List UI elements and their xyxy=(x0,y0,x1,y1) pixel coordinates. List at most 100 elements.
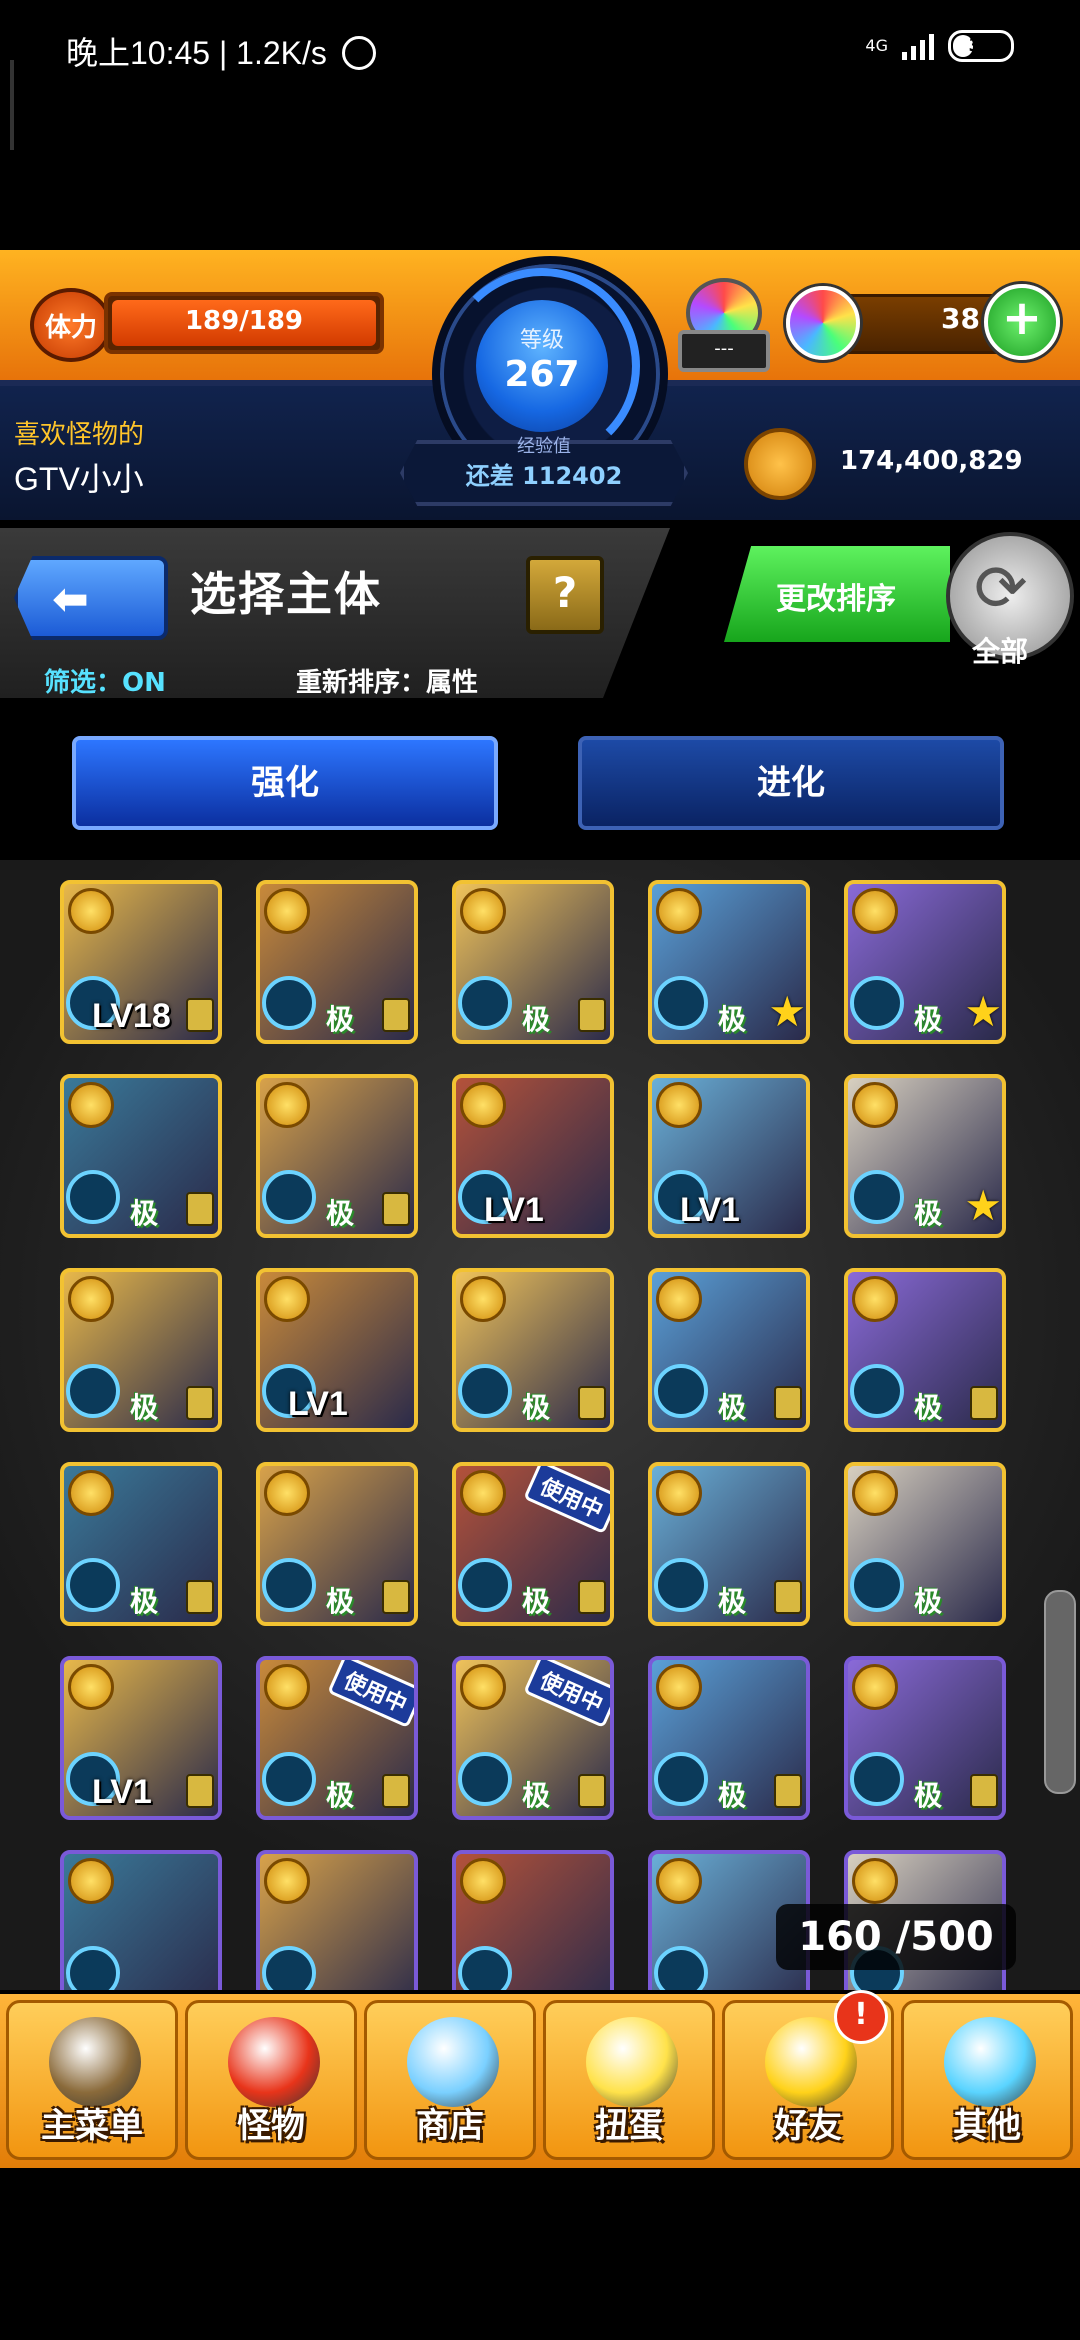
in-use-badge: 使用中 xyxy=(523,1466,610,1535)
tab-evolve[interactable]: 进化 xyxy=(578,736,1004,830)
resort-button[interactable]: 重新排序：属性 xyxy=(296,662,478,699)
element-icon xyxy=(66,1558,120,1612)
lock-icon xyxy=(186,1192,214,1226)
monster-card[interactable] xyxy=(452,1850,614,1990)
rarity-medal-icon xyxy=(852,1276,898,1322)
friends-notification-badge: ! xyxy=(834,1990,888,2044)
element-icon xyxy=(654,1752,708,1806)
nav-label: 主菜单 xyxy=(41,2106,143,2146)
lock-icon xyxy=(186,1580,214,1614)
scrollbar[interactable] xyxy=(1044,1590,1076,1794)
nav-item-gate[interactable]: 主菜单 xyxy=(6,2000,178,2160)
monster-card[interactable]: 极 xyxy=(844,1462,1006,1626)
monster-grade: 极 xyxy=(130,1585,159,1618)
rarity-medal-icon xyxy=(68,1858,114,1904)
monster-card[interactable]: LV1 xyxy=(256,1268,418,1432)
lock-icon xyxy=(578,998,606,1032)
monster-card[interactable]: 极 ★ xyxy=(844,880,1006,1044)
level-core: 等级 267 xyxy=(476,300,608,432)
status-icons: 4G 31 xyxy=(865,30,1014,62)
dragon-icon xyxy=(228,2017,320,2107)
back-button[interactable] xyxy=(14,556,168,640)
monster-card[interactable]: 极 ★ xyxy=(844,1074,1006,1238)
element-icon xyxy=(262,1752,316,1806)
network-icon: 4G xyxy=(865,38,888,54)
favorite-label: 喜欢怪物的 xyxy=(14,420,145,450)
rarity-medal-icon xyxy=(460,1470,506,1516)
lock-icon xyxy=(578,1386,606,1420)
monster-card[interactable]: 极使用中 xyxy=(256,1656,418,1820)
monster-grade: 极 xyxy=(718,1779,747,1812)
nav-item-egg[interactable]: 扭蛋 xyxy=(543,2000,715,2160)
help-button[interactable]: ? xyxy=(526,556,604,634)
monster-card[interactable]: 极 xyxy=(256,1074,418,1238)
rarity-medal-icon xyxy=(68,1470,114,1516)
stamina-bar: 189/189 xyxy=(104,292,384,354)
element-icon xyxy=(654,1558,708,1612)
monster-card[interactable]: 极 xyxy=(648,1462,810,1626)
filter-toggle[interactable]: 筛选：ON xyxy=(44,662,166,699)
tab-label: 强化 xyxy=(251,763,319,803)
monster-grade: 极 xyxy=(326,1197,355,1230)
monster-grade: 极 xyxy=(130,1197,159,1230)
buy-orb-button[interactable]: + xyxy=(984,284,1060,360)
monster-card[interactable]: 极 ★ xyxy=(648,880,810,1044)
element-icon xyxy=(458,976,512,1030)
monster-level: LV1 xyxy=(92,1773,152,1811)
monster-card[interactable]: 极 xyxy=(648,1268,810,1432)
rarity-medal-icon xyxy=(852,1082,898,1128)
nav-item-rainbow-orb[interactable]: 商店 xyxy=(364,2000,536,2160)
star-icon: ★ xyxy=(964,987,1002,1036)
monster-card[interactable]: 极 xyxy=(648,1656,810,1820)
monster-level: LV1 xyxy=(288,1385,348,1423)
monster-card[interactable]: 极 xyxy=(844,1656,1006,1820)
monster-card[interactable]: 极 xyxy=(452,1268,614,1432)
monster-level: LV1 xyxy=(680,1191,740,1229)
monster-card[interactable]: 极 xyxy=(256,880,418,1044)
monster-card[interactable]: LV1 xyxy=(452,1074,614,1238)
element-icon xyxy=(66,1364,120,1418)
monster-card[interactable]: 极使用中 xyxy=(452,1462,614,1626)
monster-card[interactable]: 极使用中 xyxy=(452,1656,614,1820)
egg-machine-icon[interactable]: --- xyxy=(676,274,770,372)
tab-label: 进化 xyxy=(757,763,825,803)
monster-card[interactable]: LV18 xyxy=(60,880,222,1044)
nav-item-question[interactable]: 其他 xyxy=(901,2000,1073,2160)
monster-card[interactable] xyxy=(60,1850,222,1990)
rarity-medal-icon xyxy=(656,1082,702,1128)
element-icon xyxy=(850,1170,904,1224)
element-icon xyxy=(262,976,316,1030)
monster-grade: 极 xyxy=(326,1003,355,1036)
lock-icon xyxy=(186,998,214,1032)
level-value: 267 xyxy=(504,354,580,395)
lock-icon xyxy=(382,998,410,1032)
monster-card[interactable]: 极 xyxy=(60,1462,222,1626)
monster-card[interactable]: 极 xyxy=(60,1268,222,1432)
status-time: 晚上10:45 | 1.2K/s xyxy=(66,28,376,74)
monster-card[interactable]: 极 xyxy=(844,1268,1006,1432)
monster-card[interactable]: 极 xyxy=(452,880,614,1044)
element-icon xyxy=(850,1752,904,1806)
monster-card[interactable]: LV1 xyxy=(648,1074,810,1238)
monster-card[interactable]: LV1 xyxy=(60,1656,222,1820)
page-title: 选择主体 xyxy=(190,567,382,621)
monster-grid[interactable]: LV18 极极极 ★ 极 ★ 极极 LV1 LV1 极 ★ 极 LV1 极极极极极极使用中极极 LV1 极使… xyxy=(0,860,1080,1990)
lock-icon xyxy=(578,1774,606,1808)
element-icon xyxy=(458,1946,512,1990)
monster-grade: 极 xyxy=(522,1779,551,1812)
nav-label: 商店 xyxy=(416,2106,484,2146)
element-icon xyxy=(458,1558,512,1612)
monster-grade: 极 xyxy=(326,1779,355,1812)
nav-item-dragon[interactable]: 怪物 xyxy=(185,2000,357,2160)
monster-card[interactable]: 极 xyxy=(256,1462,418,1626)
rarity-medal-icon xyxy=(264,888,310,934)
monster-card[interactable]: 极 xyxy=(60,1074,222,1238)
monster-grade: 极 xyxy=(522,1003,551,1036)
monster-card[interactable] xyxy=(256,1850,418,1990)
monster-grade: 极 xyxy=(914,1391,943,1424)
orb-icon xyxy=(786,286,860,360)
egg-count: --- xyxy=(678,330,770,372)
in-use-badge: 使用中 xyxy=(523,1660,610,1729)
player-name: GTV小小 xyxy=(14,461,144,497)
tab-power-up[interactable]: 强化 xyxy=(72,736,498,830)
